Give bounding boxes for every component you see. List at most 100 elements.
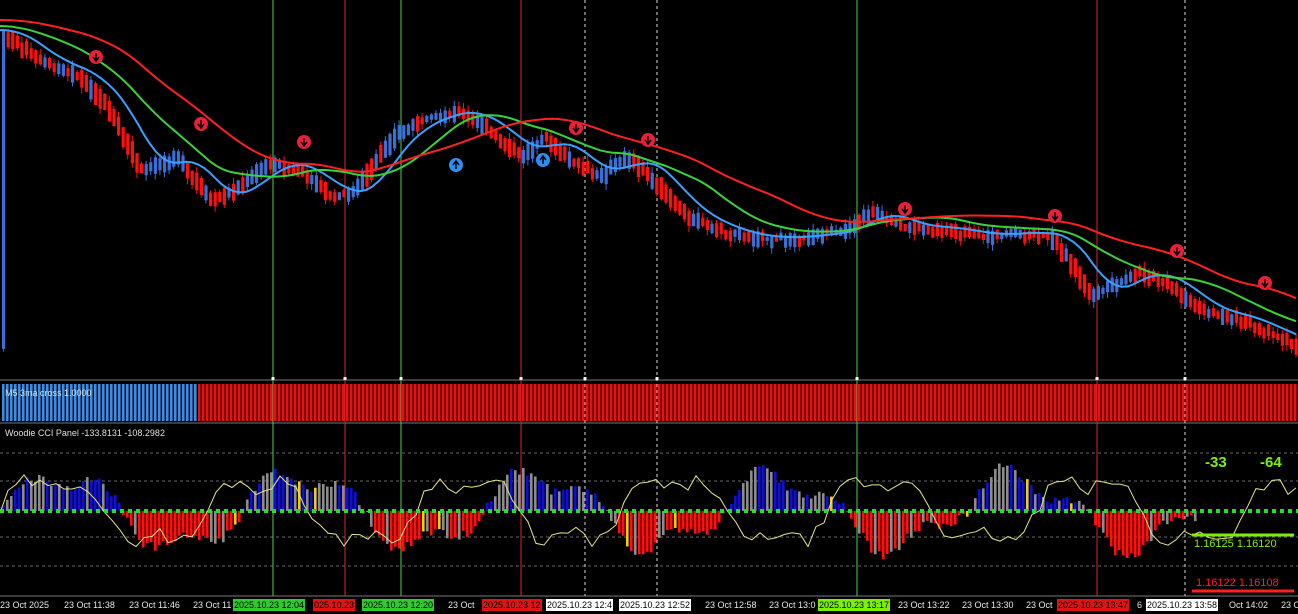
ma-cross-bar — [1258, 384, 1261, 421]
cci-bar — [1134, 511, 1137, 558]
ma-cross-bar — [390, 384, 393, 421]
ma-cross-bar — [1182, 384, 1185, 421]
candle-body — [526, 143, 530, 160]
cci-bar — [710, 511, 713, 529]
candle-body — [508, 138, 512, 158]
cci-bar — [222, 511, 225, 543]
time-label: 23 Oct 13:0 — [769, 600, 816, 610]
ma-cross-bar — [810, 384, 813, 421]
candle-body — [692, 213, 696, 227]
cci-bar — [506, 474, 509, 511]
ma-cross-bar — [1178, 384, 1181, 421]
candle-body — [356, 178, 360, 196]
ma-cross-bar — [1274, 384, 1277, 421]
cci-bar — [638, 511, 641, 555]
cci-bar — [142, 511, 145, 548]
cci-bar — [862, 511, 865, 533]
ma-cross-bar — [794, 384, 797, 421]
candle-body — [687, 210, 691, 227]
cci-bar — [434, 511, 437, 530]
ma-cross-bar — [454, 384, 457, 421]
ma-cross-bar — [526, 384, 529, 421]
ma-cross-bar — [1074, 384, 1077, 421]
cci-bar — [314, 487, 317, 511]
candle-body — [517, 147, 521, 159]
ma-cross-bar — [1142, 384, 1145, 421]
ma-cross-bar — [790, 384, 793, 421]
cci-bar — [1034, 494, 1037, 511]
ma-cross-bar — [962, 384, 965, 421]
ma-cross-bar — [910, 384, 913, 421]
ma-cross-bar — [502, 384, 505, 421]
ma-cross-bar — [630, 384, 633, 421]
cci-bar — [22, 484, 25, 511]
cci-bar — [570, 486, 573, 511]
candle-body — [117, 116, 121, 136]
ma-cross-bar — [406, 384, 409, 421]
cci-bar — [702, 511, 705, 532]
candle-body — [190, 170, 194, 186]
ma-cross-bar — [570, 384, 573, 421]
price-chart[interactable] — [0, 0, 1298, 614]
ma-cross-bar — [682, 384, 685, 421]
candle-body — [903, 223, 907, 232]
ma-cross-bar — [366, 384, 369, 421]
candle-body — [2, 30, 6, 349]
candle-body — [135, 153, 139, 173]
vline-marker — [1095, 377, 1099, 380]
candle-body — [554, 137, 558, 156]
cci-bar — [1094, 511, 1097, 526]
candle-body — [1092, 288, 1096, 302]
ma-cross-bar — [634, 384, 637, 421]
candle-body — [379, 144, 383, 163]
candle-body — [71, 64, 75, 83]
candle-body — [604, 167, 608, 185]
candle-body — [600, 168, 604, 183]
ma-cross-bar — [206, 384, 209, 421]
ma-cross-bar — [150, 384, 153, 421]
cci-bar — [342, 485, 345, 511]
cci-bar — [102, 483, 105, 511]
ma-cross-bar — [326, 384, 329, 421]
ma-cross-bar — [1218, 384, 1221, 421]
cci-bar — [94, 479, 97, 511]
candle-body — [1175, 283, 1179, 296]
ma-cross-bar — [750, 384, 753, 421]
ma-cross-bar — [258, 384, 261, 421]
cci-bar — [630, 511, 633, 551]
candle-body — [328, 191, 332, 200]
price-tag-green: 1.16125 1.16120 — [1194, 538, 1277, 550]
time-label: 23 O — [1281, 600, 1298, 610]
candle-body — [310, 174, 314, 185]
ma-cross-bar — [370, 384, 373, 421]
ma-cross-bar — [430, 384, 433, 421]
cci-bar — [1102, 511, 1105, 533]
candle-body — [742, 232, 746, 242]
ma-cross-bar — [726, 384, 729, 421]
ma-cross-bar — [622, 384, 625, 421]
ma-cross-bar — [658, 384, 661, 421]
ma-cross-bar — [290, 384, 293, 421]
candle-body — [595, 170, 599, 179]
cci-bar — [418, 511, 421, 540]
cci-bar — [990, 477, 993, 511]
cci-bar — [694, 511, 697, 534]
cci-bar — [426, 511, 429, 532]
candle-body — [98, 88, 102, 109]
cci-bar — [186, 511, 189, 538]
candle-body — [264, 159, 268, 175]
ma-cross-bar — [1130, 384, 1133, 421]
ma-cross-bar — [1062, 384, 1065, 421]
ma-cross-bar — [410, 384, 413, 421]
candle-body — [512, 142, 516, 156]
ma-cross-bar — [402, 384, 405, 421]
candle-body — [61, 64, 65, 76]
candle-body — [682, 204, 686, 220]
cci-bar — [750, 470, 753, 511]
ma-cross-bar — [278, 384, 281, 421]
cci-bar — [982, 488, 985, 511]
ma-cross-bar — [1002, 384, 1005, 421]
cci-bar — [574, 486, 577, 511]
candle-body — [443, 110, 447, 124]
ma-cross-bar — [766, 384, 769, 421]
